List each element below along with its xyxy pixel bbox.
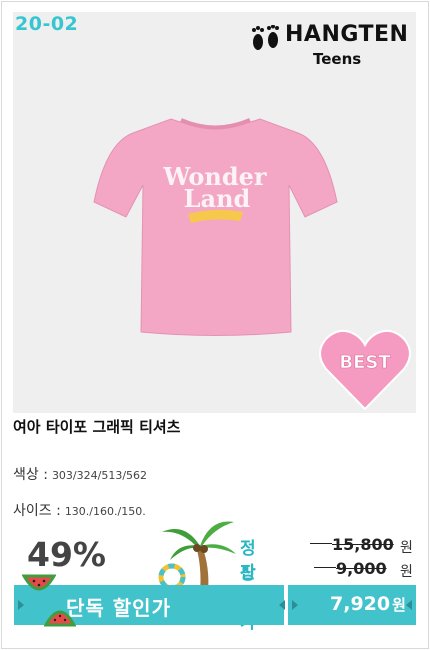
product-image[interactable]: 20-02 HANGTEN Teens Wonder Land BEST: [13, 12, 416, 413]
banner-label: 단독 할인가: [66, 596, 171, 620]
chevron-left-icon: [406, 600, 412, 610]
best-badge-label: BEST: [339, 352, 391, 373]
chevron-right-icon: [18, 600, 24, 610]
color-value: 303/324/513/562: [51, 469, 148, 482]
strike-line: [314, 567, 336, 568]
regular-price-won: 원: [400, 540, 413, 556]
sale-price: 9,000: [336, 559, 387, 578]
product-title[interactable]: 여아 타이포 그래픽 티셔츠: [13, 416, 180, 437]
brand-name: HANGTEN: [285, 22, 409, 47]
chevron-right-icon: [292, 600, 298, 610]
size-label: 사이즈 :: [13, 503, 61, 519]
final-price: 7,920 원: [330, 593, 406, 615]
size-spec: 사이즈 :130./160./150.: [13, 500, 146, 520]
shirt-print-line2: Land: [184, 184, 251, 213]
brand-sub: Teens: [313, 50, 362, 68]
product-code: 20-02: [15, 13, 79, 35]
final-price-value: 7,920: [330, 593, 391, 615]
footprint-icon: [252, 25, 279, 50]
sale-price-won: 원: [400, 564, 413, 580]
brand-logo: HANGTEN Teens: [243, 20, 408, 76]
watermelon-icon: [44, 610, 76, 627]
watermelon-icon: [22, 574, 56, 591]
color-spec: 색상 :303/324/513/562: [13, 464, 147, 484]
tshirt-illustration: Wonder Land: [93, 118, 338, 336]
strike-line: [310, 543, 332, 544]
best-badge: BEST: [319, 329, 411, 411]
color-label: 색상 :: [13, 467, 48, 483]
regular-price: 15,800: [332, 535, 394, 554]
chevron-left-icon: [279, 600, 285, 610]
palm-tree-icon: [158, 521, 236, 592]
size-value: 130./160./150.: [64, 505, 146, 518]
discount-percent: 49%: [27, 535, 106, 574]
